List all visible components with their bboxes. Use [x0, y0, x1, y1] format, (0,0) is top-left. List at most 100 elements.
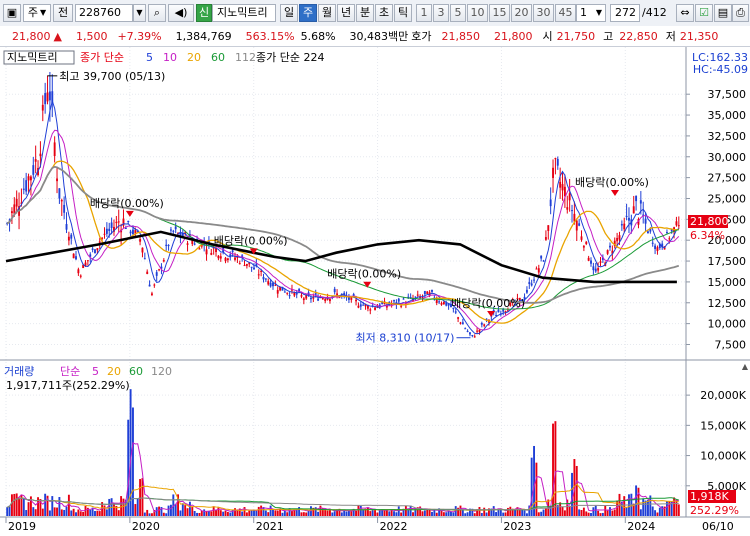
- volume-ma-legend-5: 5: [92, 365, 99, 378]
- candle-body: [561, 184, 564, 191]
- candle-body: [535, 268, 538, 270]
- candle-body: [483, 324, 486, 326]
- volume-bar: [575, 465, 578, 516]
- minute-tab-3[interactable]: 3: [433, 4, 449, 22]
- candle-body: [103, 233, 106, 235]
- stock-chart[interactable]: 최고 39,700 (05/13) 최저 8,310 (10/17) 배당락(0.0…: [0, 47, 750, 536]
- candle-body: [362, 304, 365, 306]
- price-tick-label: 7,500: [715, 338, 747, 351]
- volume-bar: [383, 510, 386, 516]
- volume-bar: [376, 512, 379, 516]
- volume-bar: [637, 487, 640, 516]
- dividend-label: 배당락(0.00%): [327, 268, 401, 281]
- minute-tab-15[interactable]: 15: [489, 4, 510, 22]
- panel-scroll-up-icon[interactable]: ▲: [742, 362, 749, 371]
- volume-bar: [431, 511, 433, 516]
- volume-bar: [440, 510, 443, 516]
- speaker-icon[interactable]: ◀): [168, 4, 194, 22]
- candle-body: [162, 260, 165, 262]
- candle-body: [96, 248, 99, 251]
- type-button[interactable]: 전: [53, 4, 73, 22]
- volume-bar: [276, 510, 279, 516]
- volume-bar: [407, 509, 410, 516]
- volume-bar: [473, 513, 476, 516]
- volume-bar: [241, 511, 244, 516]
- ma-legend-20: 20: [187, 51, 201, 64]
- market-select[interactable]: 주 ▼: [23, 4, 51, 22]
- volume-bar: [333, 511, 336, 516]
- candle-body: [556, 159, 559, 166]
- period-tab-5[interactable]: 초: [375, 4, 393, 22]
- candle-body: [115, 221, 118, 224]
- checkbox-icon[interactable]: ☑: [695, 4, 713, 22]
- minute-tab-1[interactable]: 1: [416, 4, 432, 22]
- volume-bar: [113, 502, 115, 516]
- candle-body: [186, 243, 189, 245]
- minute-tab-45[interactable]: 45: [555, 4, 576, 22]
- volume-bar: [625, 507, 628, 516]
- period-tab-3[interactable]: 년: [337, 4, 355, 22]
- volume-bar: [134, 504, 137, 516]
- volume-bar: [466, 512, 469, 516]
- volume-bar: [502, 512, 505, 516]
- period-tab-4[interactable]: 분: [356, 4, 374, 22]
- volume-bar: [8, 505, 11, 516]
- count-value: 272: [615, 6, 636, 19]
- volume-bar: [347, 510, 350, 516]
- period-tab-1[interactable]: 주: [299, 4, 317, 22]
- save-icon[interactable]: ▤: [714, 4, 732, 22]
- minute-tab-5[interactable]: 5: [450, 4, 466, 22]
- volume-bar: [207, 511, 210, 516]
- chart-toolbar: ▣ 주 ▼ 전 228760 ▼ ⌕ ◀) 신 지노믹트리 일주월년분초틱 135…: [0, 0, 750, 27]
- period-tab-6[interactable]: 틱: [394, 4, 412, 22]
- volume-bar: [518, 510, 521, 516]
- volume-bar: [6, 507, 9, 516]
- candle-body: [58, 188, 61, 199]
- minute-tab-10[interactable]: 10: [467, 4, 488, 22]
- volume-bar: [393, 511, 395, 516]
- candle-body: [440, 303, 443, 305]
- volume-bar: [388, 511, 391, 516]
- volume-bar: [559, 502, 562, 516]
- candle-body: [41, 104, 44, 111]
- minute-tab-20[interactable]: 20: [511, 4, 532, 22]
- window-icon[interactable]: ▣: [3, 4, 21, 22]
- candle-body: [253, 267, 255, 270]
- minute-tab-30[interactable]: 30: [533, 4, 554, 22]
- candle-body: [224, 257, 227, 262]
- search-icon[interactable]: ⌕: [148, 4, 166, 22]
- candle-body: [599, 261, 602, 263]
- volume-bar: [70, 510, 73, 516]
- volume-bar: [673, 497, 676, 516]
- candle-body: [644, 218, 647, 224]
- candle-body: [300, 295, 303, 297]
- volume-bar: [582, 507, 585, 516]
- print-icon[interactable]: ⎙: [732, 4, 749, 22]
- candle-body: [393, 300, 395, 302]
- volume-bar: [357, 505, 360, 516]
- candle-body: [198, 248, 201, 250]
- volume-bar: [219, 510, 222, 516]
- candle-body: [525, 289, 528, 293]
- candle-body: [174, 226, 177, 230]
- volume-bar: [345, 511, 348, 516]
- candle-body: [108, 228, 111, 231]
- candle-body: [616, 237, 619, 242]
- count-input[interactable]: 272: [610, 4, 640, 22]
- current-volume-label: 1,918K: [690, 490, 729, 503]
- price-change-pct: +7.39%: [117, 29, 162, 43]
- volume-bar: [281, 512, 284, 516]
- volume-bar: [442, 512, 445, 516]
- candle-body: [56, 178, 58, 182]
- volume-bar: [53, 507, 56, 516]
- period-tab-2[interactable]: 월: [318, 4, 336, 22]
- stock-code-input[interactable]: 228760: [75, 4, 133, 22]
- volume-bar: [89, 509, 92, 516]
- volume-bar: [561, 506, 564, 516]
- volume-bar: [302, 512, 305, 516]
- period-tab-0[interactable]: 일: [280, 4, 298, 22]
- stock-name[interactable]: 지노믹트리: [212, 4, 276, 22]
- unit-select[interactable]: 1 ▼: [576, 4, 606, 22]
- zoom-icon[interactable]: ⇔: [676, 4, 694, 22]
- code-dropdown-button[interactable]: ▼: [133, 4, 146, 22]
